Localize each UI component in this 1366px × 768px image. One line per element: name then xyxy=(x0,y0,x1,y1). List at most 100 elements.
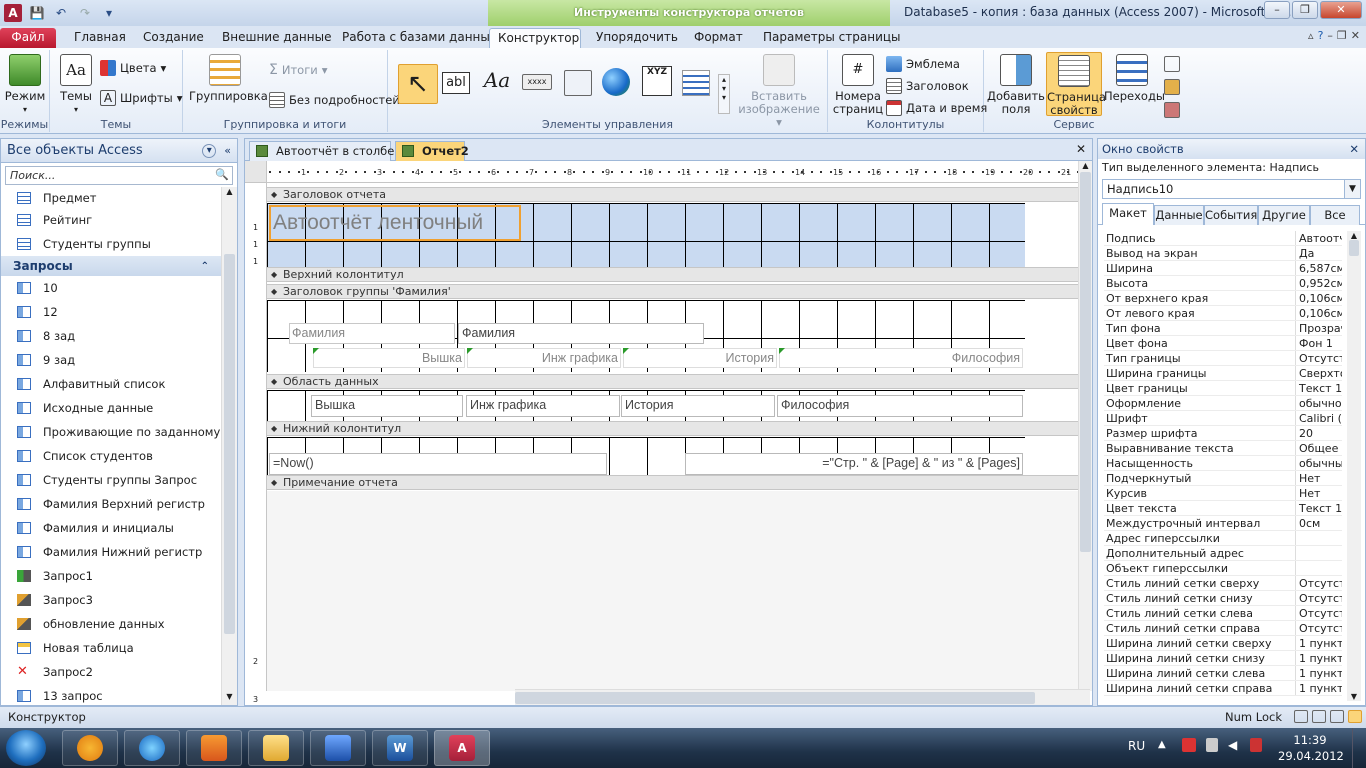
property-tab-layout[interactable]: Макет xyxy=(1102,203,1154,225)
hide-details-button[interactable]: Без подробностей xyxy=(269,92,400,108)
property-value[interactable]: 1 пункт xyxy=(1296,636,1342,650)
nav-query-item[interactable]: Запрос1 xyxy=(1,564,237,588)
start-button-icon[interactable] xyxy=(6,730,46,766)
themes-button[interactable]: Aa Темы ▾ xyxy=(56,54,96,116)
design-horizontal-scrollbar[interactable] xyxy=(515,689,1090,705)
nav-query-item[interactable]: Новая таблица xyxy=(1,636,237,660)
minimize-button[interactable]: – xyxy=(1264,1,1290,19)
close-property-sheet-icon[interactable]: ✕ xyxy=(1349,139,1359,159)
property-row[interactable]: Ширина линий сетки снизу 1 пункт xyxy=(1104,651,1342,666)
nav-query-item[interactable]: Студенты группы Запрос xyxy=(1,468,237,492)
error-indicator-icon[interactable] xyxy=(623,348,629,354)
view-code-icon[interactable] xyxy=(1164,79,1180,95)
mdi-minimize-icon[interactable]: – xyxy=(1327,29,1333,42)
property-tab-other[interactable]: Другие xyxy=(1258,205,1310,225)
minimize-ribbon-icon[interactable]: ▵ xyxy=(1308,29,1314,42)
property-value[interactable] xyxy=(1296,561,1342,575)
column-label-inzh-grafika[interactable]: Инж графика xyxy=(467,348,621,368)
column-label-filosofiya[interactable]: Философия xyxy=(779,348,1023,368)
nav-header[interactable]: Все объекты Access ▾ « xyxy=(1,139,237,163)
mdi-close-icon[interactable]: ✕ xyxy=(1351,29,1360,42)
nav-table-item[interactable]: Студенты группы xyxy=(1,232,237,256)
nav-query-item[interactable]: Исходные данные xyxy=(1,396,237,420)
nav-collapse-icon[interactable]: « xyxy=(224,144,231,157)
property-row[interactable]: Курсив Нет xyxy=(1104,486,1342,501)
nav-query-item[interactable]: Фамилия и инициалы xyxy=(1,516,237,540)
property-row[interactable]: Размер шрифта 20 xyxy=(1104,426,1342,441)
tab-database-tools[interactable]: Работа с базами данных xyxy=(334,28,505,48)
help-icon[interactable]: ? xyxy=(1318,29,1324,42)
band-report-footer[interactable]: Примечание отчета xyxy=(267,475,1079,490)
property-value[interactable]: обычны xyxy=(1296,456,1342,470)
show-desktop-button[interactable] xyxy=(1352,728,1366,768)
property-row[interactable]: Цвет границы Текст 1, xyxy=(1104,381,1342,396)
property-value[interactable]: Прозрач xyxy=(1296,321,1342,335)
tab-home[interactable]: Главная xyxy=(66,28,134,48)
add-fields-button[interactable]: Добавить поля xyxy=(986,54,1046,116)
tray-network-icon[interactable] xyxy=(1182,738,1196,752)
property-row[interactable]: Выравнивание текста Общее xyxy=(1104,441,1342,456)
grouping-button[interactable]: Группировка xyxy=(189,54,268,103)
nav-query-item[interactable]: Фамилия Нижний регистр xyxy=(1,540,237,564)
textbox-control-icon[interactable]: abl xyxy=(442,72,470,94)
taskbar-app-word[interactable]: W xyxy=(372,730,428,766)
page-number-expression-textbox[interactable]: ="Стр. " & [Page] & " из " & [Pages] xyxy=(685,453,1023,475)
band-detail[interactable]: Область данных xyxy=(267,374,1079,389)
subreport-icon[interactable] xyxy=(1164,56,1180,72)
property-value[interactable]: Отсутств xyxy=(1296,621,1342,635)
property-value[interactable]: 0см xyxy=(1296,516,1342,530)
colors-button[interactable]: Цвета ▾ xyxy=(100,60,166,76)
property-value[interactable]: 1 пункт xyxy=(1296,651,1342,665)
column-label-istoriya[interactable]: История xyxy=(623,348,777,368)
hyperlink-control-icon[interactable] xyxy=(602,68,630,96)
property-row[interactable]: Стиль линий сетки справаОтсутств xyxy=(1104,621,1342,636)
property-tab-all[interactable]: Все xyxy=(1310,205,1360,225)
tab-design[interactable]: Конструктор xyxy=(489,28,581,48)
nav-scrollbar[interactable]: ▲ ▼ xyxy=(221,187,237,705)
property-value[interactable]: Автоотч xyxy=(1296,231,1342,245)
nav-query-item[interactable]: Алфавитный список xyxy=(1,372,237,396)
property-row[interactable]: Подчеркнутый Нет xyxy=(1104,471,1342,486)
design-view-icon[interactable] xyxy=(1348,710,1362,723)
group-field-textbox[interactable]: Фамилия xyxy=(458,323,704,344)
detail-field-istoriya[interactable]: История xyxy=(621,395,775,417)
band-page-header[interactable]: Верхний колонтитул xyxy=(267,267,1079,282)
property-value[interactable]: 0,106см xyxy=(1296,306,1342,320)
property-row[interactable]: Стиль линий сетки снизуОтсутств xyxy=(1104,591,1342,606)
property-value[interactable]: Нет xyxy=(1296,471,1342,485)
search-icon[interactable]: 🔍 xyxy=(215,168,229,181)
property-value[interactable]: Да xyxy=(1296,246,1342,260)
nav-query-item[interactable]: 10 xyxy=(1,276,237,300)
now-expression-textbox[interactable]: =Now() xyxy=(269,453,607,475)
property-row[interactable]: Стиль линий сетки слеваОтсутств xyxy=(1104,606,1342,621)
nav-query-item[interactable]: Проживающие по заданному ... xyxy=(1,420,237,444)
property-value[interactable] xyxy=(1296,531,1342,545)
property-row[interactable]: Цвет фона Фон 1 xyxy=(1104,336,1342,351)
web-browser-control-icon[interactable]: XYZ xyxy=(642,66,672,96)
property-value[interactable]: Общее xyxy=(1296,441,1342,455)
property-value[interactable]: 1 пункт xyxy=(1296,666,1342,680)
nav-section-queries[interactable]: Запросы ⌃ xyxy=(1,256,237,276)
design-vertical-scrollbar[interactable]: ▲ xyxy=(1078,161,1092,691)
group-field-label[interactable]: Фамилия xyxy=(289,323,455,344)
property-value[interactable]: Фон 1 xyxy=(1296,336,1342,350)
layout-view-icon[interactable] xyxy=(1330,710,1344,723)
close-document-icon[interactable]: ✕ xyxy=(1076,142,1086,156)
tray-clock[interactable]: 11:39 29.04.2012 xyxy=(1278,732,1344,764)
taskbar-app-avast[interactable] xyxy=(62,730,118,766)
chevron-down-icon[interactable]: ▼ xyxy=(1344,180,1360,198)
property-row[interactable]: Высота 0,952см xyxy=(1104,276,1342,291)
error-indicator-icon[interactable] xyxy=(779,348,785,354)
property-row[interactable]: От верхнего края 0,106см xyxy=(1104,291,1342,306)
nav-query-item[interactable]: 8 зад xyxy=(1,324,237,348)
property-tab-events[interactable]: События xyxy=(1204,205,1258,225)
totals-button[interactable]: Σ Итоги ▾ xyxy=(269,62,328,78)
nav-menu-icon[interactable]: ▾ xyxy=(202,143,217,158)
nav-query-item[interactable]: Фамилия Верхний регистр xyxy=(1,492,237,516)
property-row[interactable]: Дополнительный адрес xyxy=(1104,546,1342,561)
detail-field-vyshka[interactable]: Вышка xyxy=(311,395,463,417)
tab-create[interactable]: Создание xyxy=(135,28,212,48)
property-row[interactable]: Адрес гиперссылки xyxy=(1104,531,1342,546)
property-row[interactable]: Оформление обычно xyxy=(1104,396,1342,411)
error-indicator-icon[interactable] xyxy=(313,348,319,354)
